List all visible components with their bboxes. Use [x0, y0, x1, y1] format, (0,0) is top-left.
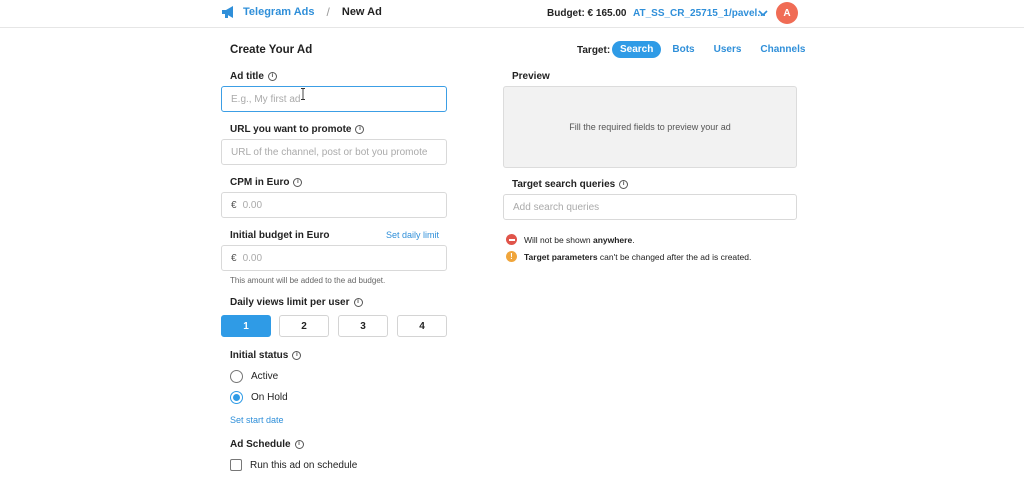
account-selector[interactable]: AT_SS_CR_25715_1/pavel... [633, 8, 766, 19]
budget-display: Budget: € 165.00 [547, 8, 627, 19]
notice-visibility-text: Will not be shown anywhere. [524, 235, 635, 245]
ad-title-field[interactable] [221, 86, 447, 112]
tab-bots[interactable]: Bots [664, 41, 702, 58]
euro-symbol: € [231, 199, 237, 211]
brand-link[interactable]: Telegram Ads [243, 6, 315, 18]
warning-icon: ! [506, 251, 517, 262]
url-input[interactable] [231, 146, 446, 158]
ad-preview: Fill the required fields to preview your… [503, 86, 797, 168]
notice-visibility-pre: Will not be shown [524, 234, 593, 245]
euro-symbol: € [231, 252, 237, 264]
views-limit-label: Daily views limit per user i [230, 297, 363, 308]
preview-label: Preview [512, 71, 550, 82]
avatar[interactable]: A [776, 2, 798, 24]
error-icon [506, 234, 517, 245]
tab-search[interactable]: Search [612, 41, 662, 58]
status-option-active[interactable]: Active [230, 370, 278, 383]
info-icon[interactable]: i [292, 351, 302, 360]
notice-visibility-post: . [632, 234, 635, 245]
top-bar: Telegram Ads / New Ad Budget: € 165.00 A… [0, 0, 1024, 28]
breadcrumb-separator: / [326, 5, 330, 19]
tab-channels[interactable]: Channels [752, 41, 813, 58]
views-option-1[interactable]: 1 [221, 315, 271, 337]
cpm-input[interactable] [242, 199, 446, 211]
info-icon[interactable]: i [353, 298, 363, 307]
cpm-field[interactable]: € [221, 192, 447, 218]
radio-on-hold-label: On Hold [251, 392, 288, 403]
queries-field[interactable] [503, 194, 797, 220]
set-start-date-link[interactable]: Set start date [230, 415, 284, 425]
notice-target-bold: Target parameters [524, 251, 598, 262]
radio-active[interactable] [230, 370, 243, 383]
views-option-3[interactable]: 3 [338, 315, 388, 337]
info-icon[interactable]: i [619, 180, 629, 189]
info-icon[interactable]: i [294, 440, 304, 449]
budget-label: Initial budget in Euro [230, 230, 329, 241]
url-label-text: URL you want to promote [230, 124, 352, 135]
ad-title-label-text: Ad title [230, 71, 264, 82]
target-tabs: Search Bots Users Channels [612, 41, 816, 58]
text-cursor-icon [301, 88, 305, 100]
notice-target-text: Target parameters can't be changed after… [524, 252, 751, 262]
notice-target-post: can't be changed after the ad is created… [597, 251, 752, 262]
radio-on-hold[interactable] [230, 391, 243, 404]
views-option-2[interactable]: 2 [279, 315, 329, 337]
budget-field[interactable]: € [221, 245, 447, 271]
views-limit-label-text: Daily views limit per user [230, 297, 350, 308]
ad-title-label: Ad title i [230, 71, 277, 82]
budget-input[interactable] [242, 252, 446, 264]
info-icon[interactable]: i [293, 178, 303, 187]
radio-active-label: Active [251, 371, 279, 382]
status-label-text: Initial status [230, 350, 289, 361]
breadcrumb: Telegram Ads / New Ad [221, 5, 382, 19]
preview-label-text: Preview [512, 71, 550, 82]
queries-label-text: Target search queries [512, 179, 616, 190]
queries-input[interactable] [513, 201, 796, 213]
breadcrumb-current: New Ad [341, 6, 382, 18]
notice-visibility: Will not be shown anywhere. [506, 234, 635, 245]
schedule-checkbox[interactable] [230, 459, 242, 471]
schedule-label-text: Ad Schedule [230, 439, 291, 450]
status-option-on-hold[interactable]: On Hold [230, 391, 288, 404]
notice-target-params: ! Target parameters can't be changed aft… [506, 251, 751, 262]
cpm-label-text: CPM in Euro [230, 177, 290, 188]
target-label: Target: [577, 45, 611, 56]
schedule-checkbox-row[interactable]: Run this ad on schedule [230, 459, 357, 471]
tab-users[interactable]: Users [706, 41, 750, 58]
schedule-label: Ad Schedule i [230, 439, 304, 450]
notice-visibility-bold: anywhere [592, 234, 633, 245]
page-title: Create Your Ad [230, 44, 313, 56]
queries-label: Target search queries i [512, 179, 629, 190]
cpm-label: CPM in Euro i [230, 177, 303, 188]
set-daily-limit-link[interactable]: Set daily limit [386, 230, 439, 240]
budget-helper-text: This amount will be added to the ad budg… [230, 276, 386, 285]
views-option-4[interactable]: 4 [397, 315, 447, 337]
url-field[interactable] [221, 139, 447, 165]
info-icon[interactable]: i [267, 72, 277, 81]
url-label: URL you want to promote i [230, 124, 365, 135]
megaphone-icon [222, 6, 233, 18]
preview-placeholder: Fill the required fields to preview your… [569, 122, 731, 132]
status-label: Initial status i [230, 350, 302, 361]
ad-title-input[interactable] [231, 93, 446, 105]
info-icon[interactable]: i [355, 125, 365, 134]
budget-label-text: Initial budget in Euro [230, 230, 330, 241]
chevron-down-icon[interactable] [757, 7, 769, 19]
schedule-checkbox-label: Run this ad on schedule [250, 459, 358, 471]
